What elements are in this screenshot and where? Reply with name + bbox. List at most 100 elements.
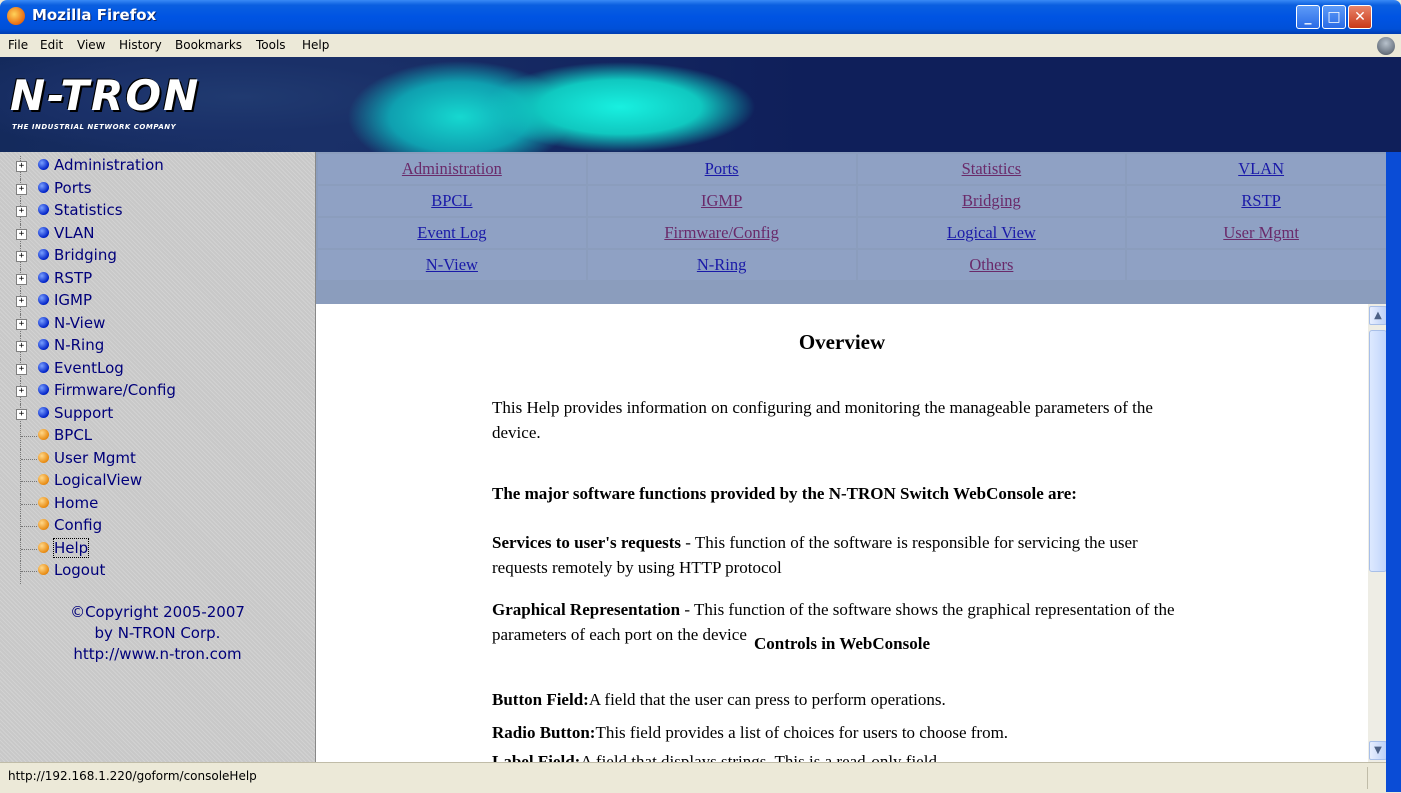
sidebar-item-label[interactable]: Statistics — [54, 201, 123, 219]
menu-help[interactable]: Help — [302, 38, 329, 52]
sidebar-item-label[interactable]: LogicalView — [54, 471, 142, 489]
tree-connector — [20, 538, 21, 561]
menu-tools[interactable]: Tools — [256, 38, 286, 52]
tree-connector — [21, 526, 37, 527]
copyright-line: ©Copyright 2005-2007 — [70, 603, 245, 621]
nav-link[interactable]: User Mgmt — [1223, 223, 1299, 242]
scroll-down-arrow-icon[interactable]: ▼ — [1369, 741, 1387, 760]
sidebar-item-label[interactable]: User Mgmt — [54, 449, 136, 467]
sidebar-item-label[interactable]: Home — [54, 494, 98, 512]
radio-button-paragraph: Radio Button:This field provides a list … — [492, 721, 1192, 746]
scroll-up-arrow-icon[interactable]: ▲ — [1369, 306, 1387, 325]
nav-link[interactable]: Administration — [402, 159, 502, 178]
window-titlebar[interactable]: Mozilla Firefox _ □ ✕ — [0, 0, 1401, 34]
page-bullet-icon — [38, 451, 49, 463]
status-text: http://192.168.1.220/goform/consoleHelp — [8, 769, 257, 783]
nav-cell[interactable]: VLAN — [1127, 154, 1395, 184]
expand-icon[interactable]: + — [16, 363, 27, 375]
expand-icon[interactable]: + — [16, 341, 27, 352]
menu-bookmarks[interactable]: Bookmarks — [175, 38, 242, 52]
expand-icon[interactable]: + — [16, 206, 27, 217]
nav-cell[interactable]: Administration — [318, 154, 586, 184]
expand-icon[interactable]: + — [16, 183, 27, 195]
nav-cell[interactable]: Ports — [587, 154, 856, 184]
menu-edit[interactable]: Edit — [40, 38, 63, 52]
sidebar-item-label[interactable]: N-Ring — [54, 336, 104, 354]
window-border-right — [1386, 152, 1401, 792]
sidebar-item-label[interactable]: IGMP — [54, 291, 92, 309]
nav-link[interactable]: IGMP — [701, 191, 742, 210]
expand-icon[interactable]: + — [16, 386, 27, 397]
nav-cell[interactable]: BPCL — [318, 186, 586, 216]
nav-link[interactable]: Others — [969, 255, 1013, 274]
nav-link[interactable]: Logical View — [947, 223, 1036, 242]
maximize-button[interactable]: □ — [1322, 5, 1346, 29]
nav-cell[interactable]: N-Ring — [587, 250, 856, 280]
radio-term: Radio Button: — [492, 723, 596, 742]
close-button[interactable]: ✕ — [1348, 5, 1372, 29]
folder-bullet-icon — [38, 204, 49, 215]
logo-text: N-TRON — [10, 71, 201, 120]
nav-cell[interactable]: User Mgmt — [1127, 218, 1395, 248]
firefox-icon — [7, 7, 25, 25]
sidebar-item-label[interactable]: Firmware/Config — [54, 381, 176, 399]
expand-icon[interactable]: + — [16, 251, 27, 262]
page-bullet-icon — [38, 474, 49, 485]
sidebar-item-label[interactable]: Logout — [54, 561, 105, 579]
nav-link[interactable]: VLAN — [1238, 159, 1284, 178]
nav-link[interactable]: Statistics — [962, 159, 1022, 178]
expand-icon[interactable]: + — [16, 408, 27, 420]
expand-icon[interactable]: + — [16, 161, 27, 172]
sidebar-item-label[interactable]: Config — [54, 516, 102, 534]
content-scrollbar[interactable]: ▲ ▼ — [1368, 304, 1387, 762]
tree-connector — [21, 481, 37, 482]
expand-icon[interactable]: + — [16, 296, 27, 307]
nav-link[interactable]: Bridging — [962, 191, 1021, 210]
folder-bullet-icon — [38, 384, 49, 395]
sidebar-item-label[interactable]: RSTP — [54, 269, 92, 287]
nav-cell[interactable]: N-View — [318, 250, 586, 280]
nav-link[interactable]: BPCL — [431, 191, 472, 210]
sidebar-item-label[interactable]: BPCL — [54, 426, 92, 444]
nav-cell[interactable]: IGMP — [587, 186, 856, 216]
services-paragraph: Services to user's requests - This funct… — [492, 531, 1192, 580]
tree-connector — [21, 436, 37, 437]
nav-link[interactable]: N-View — [426, 255, 478, 274]
expand-icon[interactable]: + — [16, 273, 27, 285]
nav-cell[interactable]: RSTP — [1127, 186, 1395, 216]
nav-cell[interactable]: Event Log — [318, 218, 586, 248]
sidebar-item-label[interactable]: N-View — [54, 314, 105, 332]
resize-grip-icon[interactable] — [1367, 767, 1384, 789]
sidebar-item-label[interactable]: Support — [54, 404, 113, 422]
nav-link[interactable]: N-Ring — [697, 255, 747, 274]
nav-link[interactable]: Ports — [705, 159, 739, 178]
nav-link[interactable]: RSTP — [1241, 191, 1280, 210]
expand-icon[interactable]: + — [16, 318, 27, 330]
sidebar-item-label[interactable]: Help — [52, 537, 90, 558]
menu-view[interactable]: View — [77, 38, 105, 52]
controls-heading: Controls in WebConsole — [753, 634, 931, 653]
page-bullet-icon — [38, 541, 49, 553]
sidebar-item-label[interactable]: Bridging — [54, 246, 117, 264]
sidebar-item-label[interactable]: VLAN — [54, 224, 94, 242]
copyright-url[interactable]: http://www.n-tron.com — [0, 644, 315, 665]
nav-cell[interactable]: Statistics — [857, 154, 1126, 184]
menu-file[interactable]: File — [8, 38, 28, 52]
expand-icon[interactable]: + — [16, 228, 27, 240]
nav-cell[interactable]: Logical View — [857, 218, 1126, 248]
sidebar-item-label[interactable]: Ports — [54, 179, 92, 197]
sidebar-item-label[interactable]: Administration — [54, 156, 164, 174]
nav-cell[interactable]: Others — [857, 250, 1126, 280]
nav-link[interactable]: Firmware/Config — [664, 223, 779, 242]
minimize-button[interactable]: _ — [1296, 5, 1320, 29]
nav-row: Administration Ports Statistics VLAN — [318, 154, 1395, 184]
nav-link[interactable]: Event Log — [417, 223, 486, 242]
nav-cell[interactable]: Firmware/Config — [587, 218, 856, 248]
folder-bullet-icon — [38, 181, 49, 193]
menu-history[interactable]: History — [119, 38, 162, 52]
folder-bullet-icon — [38, 226, 49, 238]
scroll-thumb[interactable] — [1369, 330, 1387, 572]
sidebar-item-label[interactable]: EventLog — [54, 359, 124, 377]
nav-cell[interactable]: Bridging — [857, 186, 1126, 216]
folder-bullet-icon — [38, 406, 49, 418]
